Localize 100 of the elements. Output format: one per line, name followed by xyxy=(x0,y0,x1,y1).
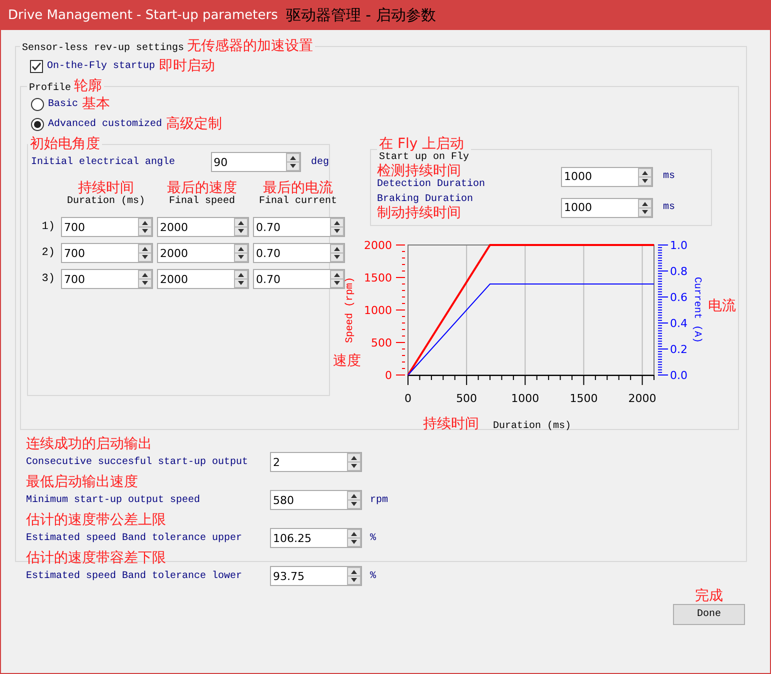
annotation-note: 完成 xyxy=(695,588,723,604)
unit-label: deg xyxy=(310,156,329,168)
axis-title: Current (A) xyxy=(691,277,702,343)
annotation-note: 估计的速度带公差上限 xyxy=(26,512,167,528)
number-field[interactable]: 700 xyxy=(61,243,153,263)
checkbox-label[interactable]: On-the-Fly startup xyxy=(47,60,156,72)
annotation-note: 制动持续时间 xyxy=(377,205,462,221)
tick-label: 2000 xyxy=(628,392,656,405)
column-header: Final current xyxy=(258,196,337,207)
spinner-icon[interactable] xyxy=(138,270,152,288)
spinner-icon[interactable] xyxy=(286,153,300,171)
spinner-icon[interactable] xyxy=(347,567,361,585)
row-index: 2) xyxy=(40,247,55,259)
annotation-note: 速度 xyxy=(333,353,361,369)
spinner-icon[interactable] xyxy=(347,491,361,509)
spinner-icon[interactable] xyxy=(330,270,344,288)
spinner-icon[interactable] xyxy=(234,270,248,288)
number-field[interactable]: 1000 xyxy=(561,198,653,218)
annotation-note: 估计的速度带容差下限 xyxy=(26,550,167,566)
annotation-note: 在 Fly 上启动 xyxy=(379,136,464,152)
annotation-note: 高级定制 xyxy=(166,116,222,132)
annotation-note: 最后的电流 xyxy=(263,180,333,196)
number-field[interactable]: 0.70 xyxy=(253,243,345,263)
annotation-note: 无传感器的加速设置 xyxy=(187,38,314,54)
number-field[interactable]: 2000 xyxy=(157,243,249,263)
annotation-note: 初始电角度 xyxy=(30,136,100,152)
unit-label: ms xyxy=(663,171,676,182)
annotation-note: 连续成功的启动输出 xyxy=(26,436,153,452)
spinner-icon[interactable] xyxy=(330,244,344,262)
number-field[interactable]: 580 xyxy=(270,490,362,510)
annotation-note: 检测持续时间 xyxy=(377,163,461,179)
tick-label: 2000 xyxy=(364,239,392,252)
field-label: Estimated speed Band tolerance upper xyxy=(26,532,244,544)
tick-label: 0.4 xyxy=(670,317,688,330)
group-title: Sensor-less rev-up settings xyxy=(22,43,184,54)
field-label: Consecutive succesful start-up output xyxy=(26,456,250,468)
number-field[interactable]: 2 xyxy=(270,452,362,472)
annotation-note: 电流 xyxy=(708,298,736,314)
field-label: Estimated speed Band tolerance lower xyxy=(26,570,244,582)
number-field[interactable]: 93.75 xyxy=(270,566,362,586)
spinner-icon[interactable] xyxy=(347,529,361,547)
number-field[interactable]: 700 xyxy=(61,269,153,289)
number-field[interactable]: 90 xyxy=(210,152,301,172)
spinner-icon[interactable] xyxy=(638,198,652,216)
number-field[interactable]: 2000 xyxy=(157,269,249,289)
spinner-icon[interactable] xyxy=(638,168,652,186)
tick-label: 1500 xyxy=(364,272,392,284)
spinner-icon[interactable] xyxy=(138,218,152,236)
annotation-note: 驱动器管理 - 启动参数 xyxy=(286,7,436,23)
annotation-note: 持续时间 xyxy=(423,416,479,432)
field-label: Minimum start-up output speed xyxy=(26,494,202,506)
spinner-icon[interactable] xyxy=(330,218,344,236)
axis-title: Duration (ms) xyxy=(493,421,572,432)
unit-label: % xyxy=(370,532,378,544)
spinner-icon[interactable] xyxy=(347,453,361,471)
tick-label: 500 xyxy=(371,336,392,350)
tick-label: 0.0 xyxy=(670,369,688,382)
number-field[interactable]: 0.70 xyxy=(253,217,345,237)
row-index: 1) xyxy=(40,221,55,233)
radio-button[interactable] xyxy=(31,118,44,130)
unit-label: rpm xyxy=(370,494,390,506)
done-button[interactable]: Done xyxy=(673,604,745,625)
annotation-note: 最后的速度 xyxy=(167,180,237,196)
tick-label: 1.0 xyxy=(670,239,688,252)
unit-label: ms xyxy=(663,202,676,213)
number-field[interactable]: 2000 xyxy=(157,217,249,237)
number-field[interactable]: 700 xyxy=(61,217,153,237)
tick-label: 1000 xyxy=(511,392,540,405)
checkbox[interactable] xyxy=(30,60,43,72)
column-header: Final speed xyxy=(168,196,235,207)
tick-label: 0 xyxy=(404,392,412,405)
number-field[interactable]: 0.70 xyxy=(253,269,345,289)
radio-label[interactable]: Advanced customized xyxy=(48,118,162,130)
radio-button[interactable] xyxy=(31,98,44,110)
annotation-note: 最低启动输出速度 xyxy=(26,474,139,490)
spinner-icon[interactable] xyxy=(138,244,152,262)
row-index: 3) xyxy=(40,273,55,285)
group-title: Profile xyxy=(29,83,72,94)
tick-label: 0.8 xyxy=(670,265,688,278)
spinner-icon[interactable] xyxy=(234,244,248,262)
tick-label: 1500 xyxy=(570,392,598,405)
field-label: Initial electrical angle xyxy=(31,156,176,168)
number-field[interactable]: 106.25 xyxy=(270,528,362,548)
annotation-note: 即时启动 xyxy=(159,58,216,74)
field-label: Braking Duration xyxy=(377,194,474,205)
group-title: Start up on Fly xyxy=(379,152,470,163)
tick-label: 500 xyxy=(456,392,478,405)
tick-label: 0.2 xyxy=(670,343,688,356)
annotation-note: 基本 xyxy=(82,96,110,112)
spinner-icon[interactable] xyxy=(234,218,248,236)
radio-label[interactable]: Basic xyxy=(48,98,78,110)
window-title: Drive Management - Start-up parameters xyxy=(8,8,278,22)
unit-label: % xyxy=(370,570,378,582)
tick-label: 0.6 xyxy=(670,291,688,304)
number-field[interactable]: 1000 xyxy=(561,166,653,186)
annotation-note: 轮廓 xyxy=(74,78,102,94)
field-label: Detection Duration xyxy=(377,179,486,190)
annotation-note: 持续时间 xyxy=(78,180,134,196)
axis-title: Speed (rpm) xyxy=(345,277,356,343)
tick-label: 1000 xyxy=(364,304,392,317)
